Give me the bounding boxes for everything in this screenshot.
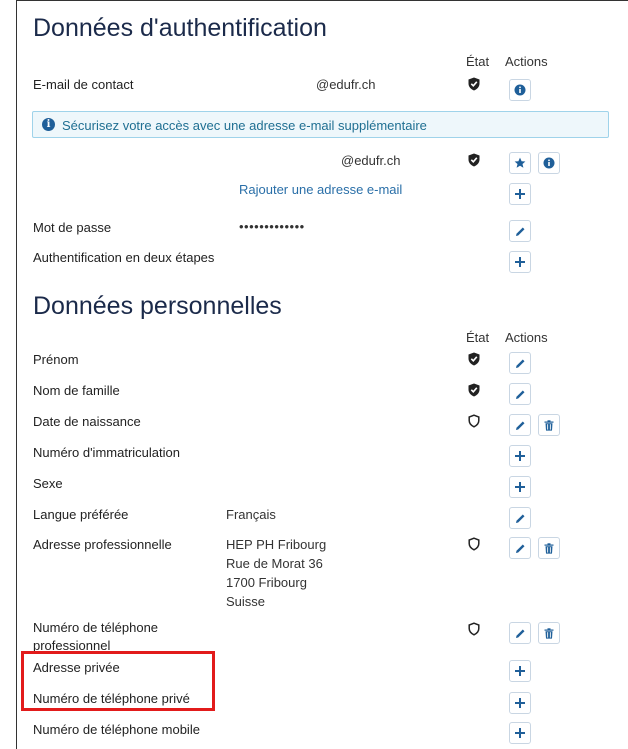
delete-work-address-button[interactable] <box>538 537 560 559</box>
personal-section-title: Données personnelles <box>33 292 282 320</box>
set-primary-email-button[interactable] <box>509 152 531 174</box>
pencil-icon <box>515 514 524 523</box>
password-value: ••••••••••••• <box>239 219 305 234</box>
plus-icon <box>515 666 525 676</box>
unverified-shield-icon <box>468 414 480 428</box>
plus-icon <box>515 257 525 267</box>
pencil-icon <box>515 390 524 399</box>
verified-shield-icon <box>468 352 480 366</box>
pencil-icon <box>515 629 524 638</box>
work-address-label: Adresse professionnelle <box>33 537 172 552</box>
add-matriculation-button[interactable] <box>509 445 531 467</box>
personal-col-state: État <box>466 330 490 345</box>
pencil-icon <box>515 359 524 368</box>
unverified-shield-icon <box>468 622 480 636</box>
email-value: @edufr.ch <box>316 77 376 92</box>
work-address-line: Suisse <box>226 594 266 609</box>
personal-col-actions: Actions <box>505 330 548 345</box>
password-label: Mot de passe <box>33 220 112 235</box>
verified-shield-icon <box>468 383 480 397</box>
highlight-box <box>21 651 215 711</box>
add-mobile-phone-button[interactable] <box>509 722 531 744</box>
info-icon: i <box>42 118 55 131</box>
plus-icon <box>515 482 525 492</box>
trash-icon <box>544 627 554 639</box>
mobile-phone-label: Numéro de téléphone mobile <box>33 722 200 737</box>
info-icon <box>514 84 526 96</box>
edit-language-button[interactable] <box>509 507 531 529</box>
work-phone-label-line1: Numéro de téléphone <box>33 620 159 635</box>
star-icon <box>514 157 526 168</box>
language-value: Français <box>226 507 276 522</box>
email2-value: @edufr.ch <box>341 153 401 168</box>
first-name-label: Prénom <box>33 352 79 367</box>
birth-date-label: Date de naissance <box>33 414 141 429</box>
add-email-link[interactable]: Rajouter une adresse e-mail <box>239 182 402 197</box>
add-private-address-button[interactable] <box>509 660 531 682</box>
edit-first-name-button[interactable] <box>509 352 531 374</box>
work-address-line: 1700 Fribourg <box>226 575 307 590</box>
edit-work-address-button[interactable] <box>509 537 531 559</box>
alert-text: Sécurisez votre accès avec une adresse e… <box>62 118 427 133</box>
add-private-phone-button[interactable] <box>509 692 531 714</box>
add-email-button[interactable] <box>509 183 531 205</box>
info-icon <box>543 157 555 169</box>
edit-password-button[interactable] <box>509 220 531 242</box>
email-label: E-mail de contact <box>33 77 134 92</box>
add-twofa-button[interactable] <box>509 251 531 273</box>
pencil-icon <box>515 544 524 553</box>
last-name-label: Nom de famille <box>33 383 120 398</box>
email2-info-button[interactable] <box>538 152 560 174</box>
edit-last-name-button[interactable] <box>509 383 531 405</box>
secure-access-alert: i Sécurisez votre accès avec une adresse… <box>32 111 609 138</box>
plus-icon <box>515 698 525 708</box>
delete-birth-date-button[interactable] <box>538 414 560 436</box>
edit-birth-date-button[interactable] <box>509 414 531 436</box>
verified-shield-icon <box>468 153 480 167</box>
verified-shield-icon <box>468 77 480 91</box>
auth-col-state: État <box>466 54 490 69</box>
auth-section-title: Données d'authentification <box>33 14 327 42</box>
twofa-label: Authentification en deux étapes <box>33 250 215 265</box>
trash-icon <box>544 542 554 554</box>
plus-icon <box>515 189 525 199</box>
pencil-icon <box>515 227 524 236</box>
unverified-shield-icon <box>468 537 480 551</box>
delete-work-phone-button[interactable] <box>538 622 560 644</box>
add-sex-button[interactable] <box>509 476 531 498</box>
trash-icon <box>544 419 554 431</box>
pencil-icon <box>515 421 524 430</box>
plus-icon <box>515 728 525 738</box>
edit-work-phone-button[interactable] <box>509 622 531 644</box>
language-label: Langue préférée <box>33 507 129 522</box>
sex-label: Sexe <box>33 476 63 491</box>
work-address-line: HEP PH Fribourg <box>226 537 327 552</box>
matriculation-label: Numéro d'immatriculation <box>33 445 180 460</box>
email-info-button[interactable] <box>509 79 531 101</box>
work-address-line: Rue de Morat 36 <box>226 556 323 571</box>
plus-icon <box>515 451 525 461</box>
auth-col-actions: Actions <box>505 54 548 69</box>
